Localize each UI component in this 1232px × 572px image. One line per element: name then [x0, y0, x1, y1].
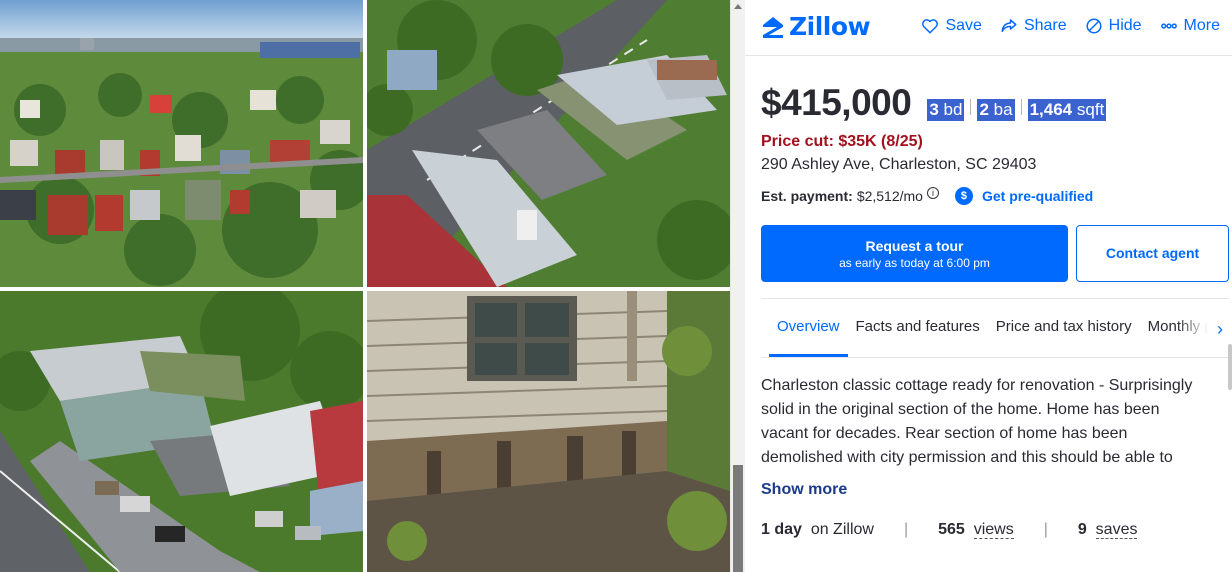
save-label: Save	[945, 17, 982, 34]
beds-fact: 3 bd	[927, 99, 965, 121]
chevron-right-icon[interactable]: ›	[1217, 319, 1223, 340]
tab-price-and-tax-history[interactable]: Price and tax history	[988, 299, 1140, 357]
payment-label: Est. payment:	[761, 188, 853, 204]
payment-value: $2,512/mo	[856, 188, 923, 204]
heart-icon	[922, 19, 939, 34]
more-icon	[1160, 23, 1177, 29]
weathered-siding-foundation-photo[interactable]	[367, 291, 730, 572]
show-more-link[interactable]: Show more	[761, 481, 847, 499]
beds-value: 3	[929, 100, 939, 119]
photo-gallery	[0, 0, 730, 572]
listing-header: Zillow Save Share Hide More	[745, 0, 1232, 56]
views-value: 565	[938, 521, 965, 538]
baths-unit: ba	[993, 100, 1013, 119]
days-value: 1 day	[761, 521, 802, 538]
zillow-wordmark: Zillow	[789, 12, 871, 41]
aerial-rooftops-photo[interactable]	[367, 0, 730, 287]
listing-tabs: Overview Facts and features Price and ta…	[761, 298, 1229, 358]
share-icon	[1001, 19, 1017, 32]
listing-description: Charleston classic cottage ready for ren…	[761, 377, 1193, 466]
more-button[interactable]: More	[1160, 17, 1220, 35]
saves-count[interactable]: 9 saves	[1078, 521, 1138, 539]
listing-panel: Zillow Save Share Hide More $415,000 3 b…	[745, 0, 1232, 572]
sqft-fact: 1,464 sqft	[1027, 99, 1107, 121]
gallery-scroll-thumb[interactable]	[733, 465, 743, 572]
contact-agent-button[interactable]: Contact agent	[1076, 225, 1229, 282]
saves-value: 9	[1077, 521, 1087, 538]
listing-actions: Save Share Hide More	[921, 17, 1220, 35]
beds-unit: bd	[943, 100, 963, 119]
hide-button[interactable]: Hide	[1085, 17, 1142, 35]
stats-divider: |	[1043, 521, 1048, 538]
stats-divider: |	[903, 521, 909, 538]
gallery-scrollbar[interactable]	[730, 0, 745, 572]
zillow-house-icon	[763, 16, 783, 38]
days-label: on Zillow	[810, 521, 874, 538]
price-row: $415,000 3 bd 2 ba 1,464 sqft	[761, 82, 1107, 124]
views-count[interactable]: 565 views	[938, 521, 1014, 539]
fact-divider	[1020, 99, 1022, 115]
estimated-payment: Est. payment: $2,512/mo i $ Get pre-qual…	[761, 187, 1093, 205]
share-button[interactable]: Share	[1000, 17, 1067, 35]
panel-scroll-thumb[interactable]	[1228, 344, 1232, 390]
aerial-neighborhood-photo[interactable]	[0, 0, 363, 287]
hide-label: Hide	[1108, 17, 1142, 34]
fact-divider	[970, 99, 972, 115]
baths-fact: 2 ba	[977, 99, 1015, 121]
request-tour-title: Request a tour	[865, 238, 964, 254]
tab-overview[interactable]: Overview	[769, 299, 848, 357]
listing-address: 290 Ashley Ave, Charleston, SC 29403	[761, 156, 1037, 173]
aerial-street-corner-photo[interactable]	[0, 291, 363, 572]
more-label: More	[1183, 17, 1220, 34]
panel-scrollbar[interactable]	[1228, 56, 1232, 572]
request-tour-subtitle: as early as today at 6:00 pm	[839, 256, 990, 270]
scroll-up-icon[interactable]	[734, 4, 742, 9]
sqft-unit: sqft	[1076, 100, 1105, 119]
hide-icon	[1086, 18, 1102, 34]
get-prequalified-link[interactable]: Get pre-qualified	[982, 188, 1093, 204]
zillow-logo[interactable]: Zillow	[761, 12, 871, 41]
saves-label: saves	[1095, 521, 1138, 539]
baths-value: 2	[979, 100, 989, 119]
views-label: views	[973, 521, 1014, 539]
listing-stats: 1 day on Zillow | 565 views | 9 saves	[761, 521, 1221, 539]
price-cut: Price cut: $35K (8/25)	[761, 133, 923, 150]
info-icon[interactable]: i	[926, 187, 939, 199]
share-label: Share	[1023, 17, 1067, 34]
days-on-zillow: 1 day on Zillow	[761, 521, 874, 539]
sqft-value: 1,464	[1029, 100, 1073, 119]
request-tour-button[interactable]: Request a tour as early as today at 6:00…	[761, 225, 1068, 282]
listing-price: $415,000	[761, 82, 912, 123]
save-button[interactable]: Save	[921, 17, 982, 35]
tab-facts-and-features[interactable]: Facts and features	[848, 299, 988, 357]
dollar-icon: $	[954, 187, 973, 205]
